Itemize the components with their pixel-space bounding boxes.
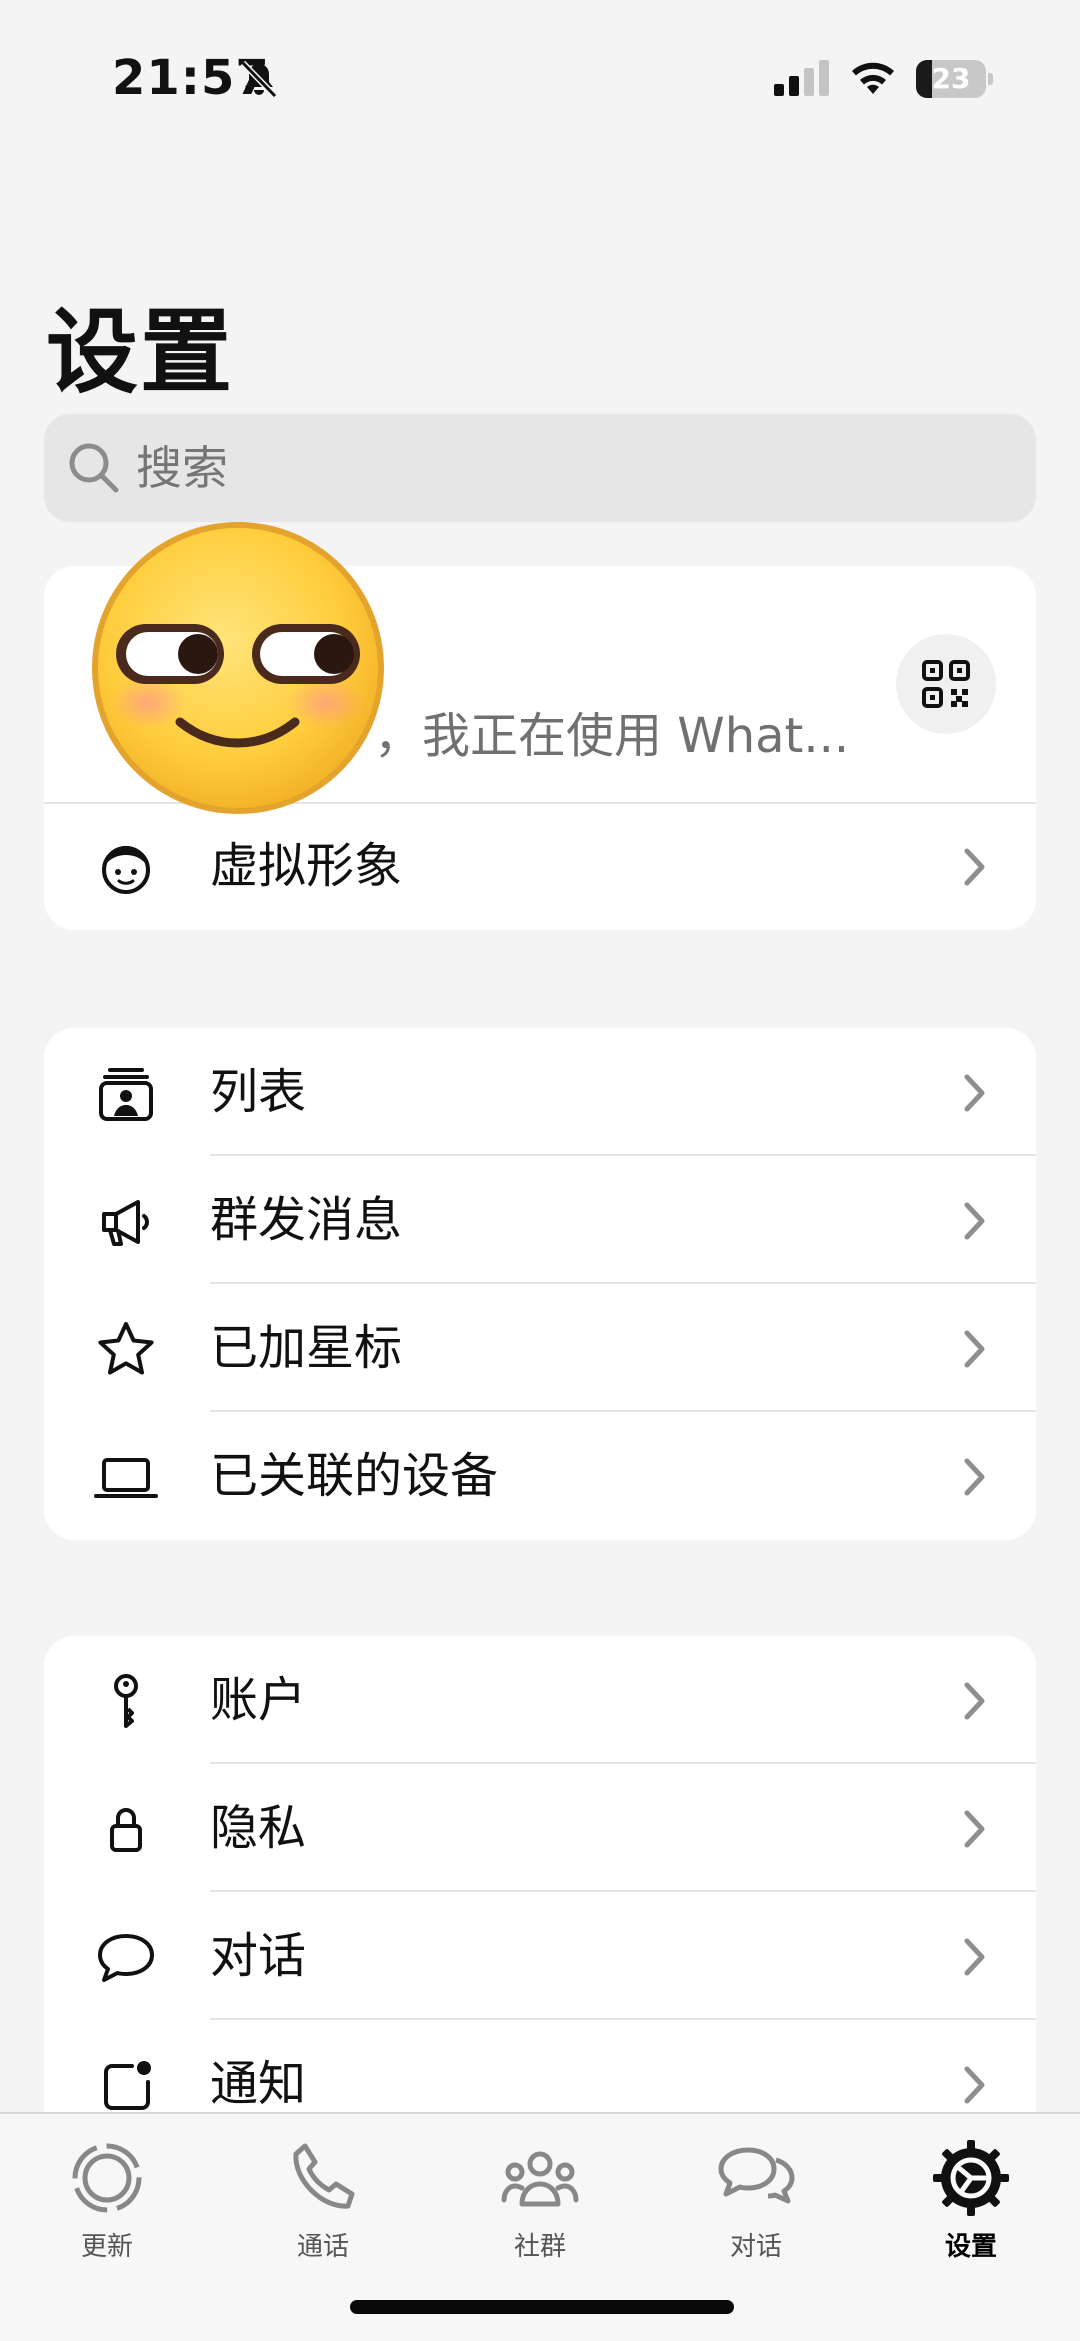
cellular-signal-icon [774,60,829,96]
tab-label: 社群 [513,2232,566,2262]
settings-row-label: 群发消息 [210,1192,403,1248]
tab-settings[interactable]: 设置 [896,2130,1046,2262]
tab-communities[interactable]: 社群 [465,2130,615,2262]
communities-icon [501,2151,579,2207]
chevron-right-icon [964,1810,985,1848]
settings-row-broadcast[interactable]: 群发消息 [44,1156,1036,1284]
updates-icon [72,2143,142,2213]
chevron-right-icon [964,1458,985,1496]
settings-row-account[interactable]: 账户 [44,1636,1036,1764]
qr-code-button[interactable] [896,634,996,734]
settings-row-privacy[interactable]: 隐私 [44,1764,1036,1892]
settings-row-label: 列表 [210,1064,307,1120]
profile-avatar[interactable] [88,518,388,818]
avatar-face-icon [102,846,150,894]
settings-row-label: 已加星标 [210,1320,403,1376]
page-title: 设置 [46,299,235,406]
settings-row-chats[interactable]: 对话 [44,1892,1036,2020]
profile-status-text: ，我正在使用 What... [374,708,850,764]
settings-row-label: 已关联的设备 [210,1448,499,1504]
search-input[interactable] [136,414,996,522]
chevron-right-icon [964,1202,985,1240]
search-icon [69,443,119,493]
settings-row-starred[interactable]: 已加星标 [44,1284,1036,1412]
tab-chats[interactable]: 对话 [681,2130,831,2262]
bell-muted-icon [240,60,278,99]
star-icon [98,1322,154,1375]
settings-row-label: 隐私 [210,1800,307,1856]
chats-icon [718,2147,795,2204]
tab-label: 对话 [729,2232,782,2262]
home-indicator[interactable] [350,2300,734,2314]
laptop-icon [94,1458,158,1498]
lists-icon [99,1068,153,1121]
chevron-right-icon [964,1330,985,1368]
notification-icon [104,2061,151,2110]
tab-calls[interactable]: 通话 [248,2130,398,2262]
tab-label: 设置 [944,2232,997,2262]
tab-updates[interactable]: 更新 [32,2130,182,2262]
tab-label: 更新 [80,2232,133,2262]
tab-label: 通话 [296,2232,349,2262]
settings-row-linked-devices[interactable]: 已关联的设备 [44,1412,1036,1540]
qr-code-icon [922,660,970,708]
chat-bubble-icon [98,1934,154,1982]
key-icon [114,1674,138,1728]
settings-row-label: 虚拟形象 [210,838,403,894]
settings-row-label: 对话 [210,1928,307,1984]
settings-row-avatar[interactable]: 虚拟形象 [44,802,1036,930]
battery-indicator: 23 [916,60,993,98]
phone-icon [293,2143,355,2209]
chevron-right-icon [964,1938,985,1976]
megaphone-icon [102,1200,149,1246]
settings-gear-icon [933,2140,1009,2216]
settings-group-tools: 列表 群发消息 已加星标 已关联的设备 [44,1028,1036,1540]
lock-icon [110,1808,142,1852]
wifi-icon [852,62,894,94]
chevron-right-icon [964,2066,985,2104]
settings-row-lists[interactable]: 列表 [44,1028,1036,1156]
search-bar[interactable] [44,414,1036,522]
battery-level: 23 [931,62,971,95]
chevron-right-icon [964,848,985,886]
chevron-right-icon [964,1682,985,1720]
status-bar: 21:57 23 [0,0,1080,150]
settings-row-label: 账户 [210,1672,307,1728]
chevron-right-icon [964,1074,985,1112]
